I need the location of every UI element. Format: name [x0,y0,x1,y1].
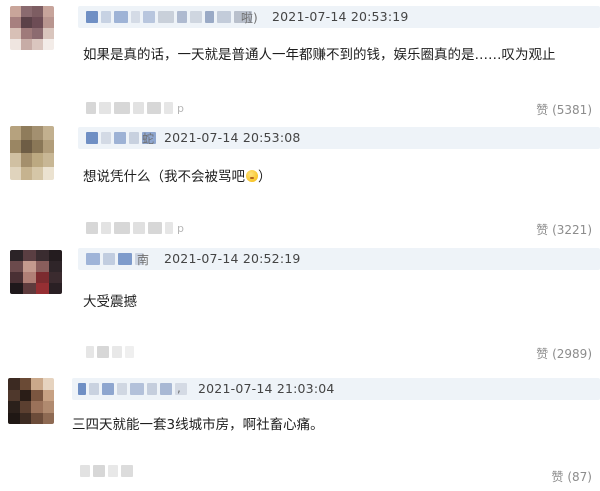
like-button[interactable]: 赞 (2989) [536,345,592,362]
reply-info-redacted: p [86,221,184,235]
like-label: 赞 [536,223,549,237]
comment-text: 想说凭什么（我不会被骂吧） [83,169,272,185]
reply-info-redacted [80,464,137,478]
reply-info-redacted [86,345,138,359]
comment-timestamp: 2021-07-14 21:03:04 [198,381,335,396]
comment-timestamp: 2021-07-14 20:53:08 [164,130,301,145]
username-redacted[interactable] [86,10,252,24]
comment-header: 南 2021-07-14 20:52:19 [78,248,600,270]
comment-item: 南 2021-07-14 20:52:19 大受震撼 赞 (2989) [0,240,600,370]
like-button[interactable]: 赞 (5381) [536,101,592,118]
comment-timestamp: 2021-07-14 20:52:19 [164,251,301,266]
like-count: (5381) [552,103,592,117]
comment-item: 蛇 2021-07-14 20:53:08 想说凭什么（我不会被骂吧） p 赞 … [0,120,600,240]
username-tail: 南 [137,253,150,267]
comment-item: , 2021-07-14 21:03:04 三四天就能一套3线城市房，啊社畜心痛… [0,370,600,491]
user-avatar[interactable] [8,378,54,424]
like-label: 赞 [536,347,549,361]
like-count: (87) [567,470,592,484]
comment-header: 蛇 2021-07-14 20:53:08 [78,127,600,149]
user-avatar[interactable] [10,250,62,294]
comment-item: 啦) 2021-07-14 20:53:19 如果是真的话，一天就是普通人一年都… [0,0,600,120]
smirk-emoji-icon [246,170,258,182]
like-button[interactable]: 赞 (87) [552,468,592,485]
user-avatar[interactable] [10,126,54,180]
like-label: 赞 [551,470,564,484]
comment-header: 啦) 2021-07-14 20:53:19 [78,6,600,28]
username-redacted[interactable] [86,252,143,266]
comment-header: , 2021-07-14 21:03:04 [72,378,600,400]
comment-text: 如果是真的话，一天就是普通人一年都赚不到的钱，娱乐圈真的是……叹为观止 [83,47,556,63]
user-avatar[interactable] [10,6,54,50]
like-label: 赞 [536,103,549,117]
username-tail: 啦) [241,11,258,25]
comment-text: 大受震撼 [83,294,137,310]
like-count: (2989) [552,347,592,361]
username-tail: 蛇 [142,132,155,146]
reply-info-redacted: p [86,101,184,115]
comment-timestamp: 2021-07-14 20:53:19 [272,9,409,24]
username-redacted[interactable] [78,382,187,396]
like-button[interactable]: 赞 (3221) [536,221,592,238]
like-count: (3221) [552,223,592,237]
username-tail: , [177,381,181,395]
comment-text: 三四天就能一套3线城市房，啊社畜心痛。 [72,417,324,433]
